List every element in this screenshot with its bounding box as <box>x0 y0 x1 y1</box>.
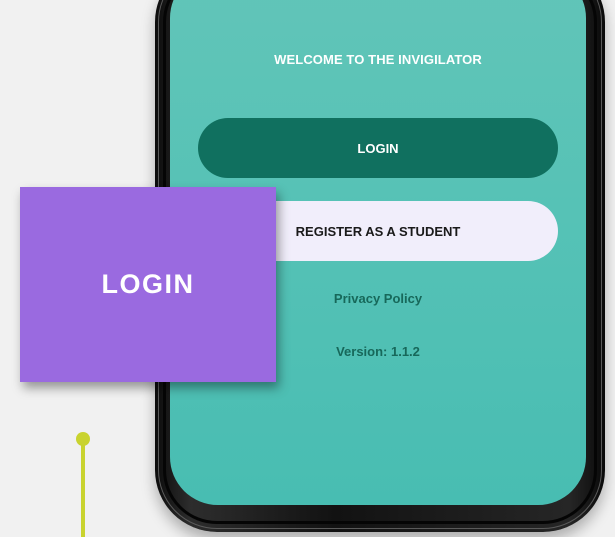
feature-label-card: LOGIN <box>20 187 276 382</box>
login-button[interactable]: LOGIN <box>198 118 558 178</box>
feature-label-title: LOGIN <box>101 269 195 299</box>
welcome-heading: WELCOME TO THE INVIGILATOR <box>274 52 482 67</box>
pin-line <box>81 439 85 537</box>
pin-dot-icon <box>76 432 90 446</box>
